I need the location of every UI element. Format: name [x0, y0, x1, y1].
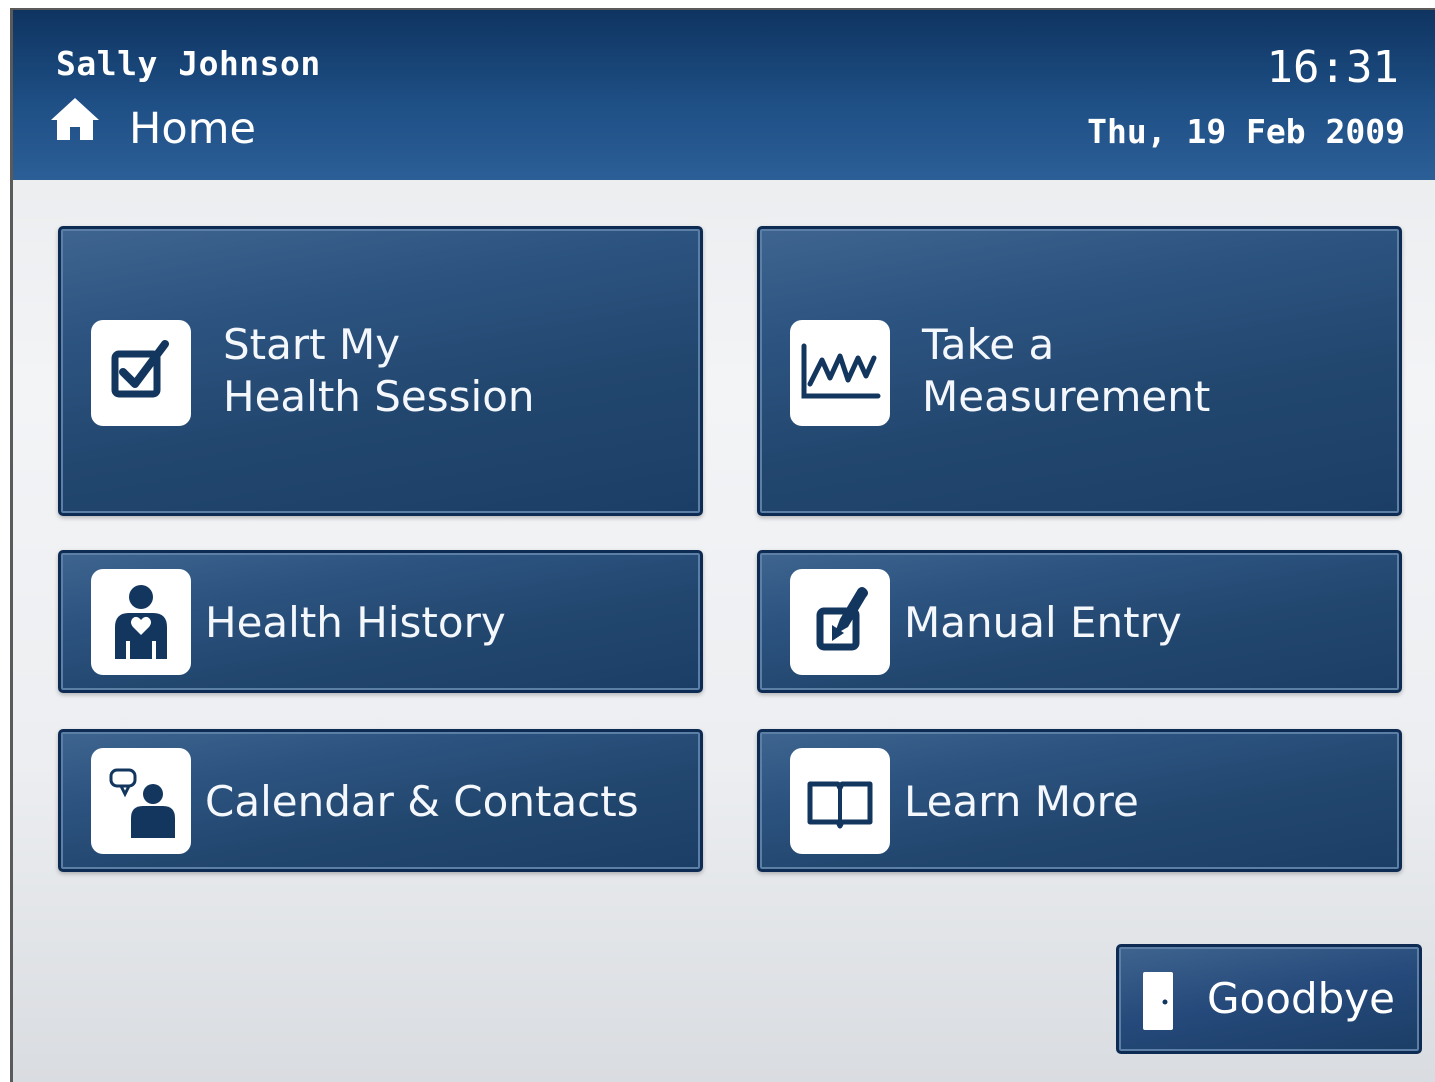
- start-health-session-label: Start My Health Session: [223, 319, 535, 423]
- page-title: Home: [129, 104, 256, 154]
- door-icon: [1143, 972, 1173, 1030]
- start-health-session-button[interactable]: Start My Health Session: [58, 226, 703, 516]
- user-name: Sally Johnson: [56, 44, 321, 83]
- learn-more-label: Learn More: [904, 777, 1139, 826]
- calendar-contacts-button[interactable]: Calendar & Contacts: [58, 729, 703, 872]
- clock: 16:31: [1266, 42, 1399, 93]
- label-line-2: Measurement: [922, 372, 1211, 421]
- book-icon: [790, 748, 890, 854]
- chart-line-icon: [790, 320, 890, 426]
- learn-more-button[interactable]: Learn More: [757, 729, 1402, 872]
- label-line-2: Health Session: [223, 372, 535, 421]
- person-chat-icon: [91, 748, 191, 854]
- app-window: Sally Johnson Home 16:31 Thu, 19 Feb 200…: [10, 8, 1435, 1082]
- health-history-button[interactable]: Health History: [58, 550, 703, 693]
- manual-entry-button[interactable]: Manual Entry: [757, 550, 1402, 693]
- pen-edit-icon: [790, 569, 890, 675]
- home-icon[interactable]: [49, 96, 101, 142]
- manual-entry-label: Manual Entry: [904, 598, 1182, 647]
- take-measurement-button[interactable]: Take a Measurement: [757, 226, 1402, 516]
- label-line-1: Start My: [223, 320, 401, 369]
- goodbye-label: Goodbye: [1207, 974, 1395, 1023]
- label-line-1: Take a: [922, 320, 1055, 369]
- date: Thu, 19 Feb 2009: [1087, 112, 1405, 151]
- calendar-contacts-label: Calendar & Contacts: [205, 777, 639, 826]
- header-bar: Sally Johnson Home 16:31 Thu, 19 Feb 200…: [13, 10, 1435, 180]
- health-history-label: Health History: [205, 598, 506, 647]
- take-measurement-label: Take a Measurement: [922, 319, 1210, 423]
- goodbye-button[interactable]: Goodbye: [1116, 944, 1422, 1054]
- person-heart-icon: [91, 569, 191, 675]
- checkbox-icon: [91, 320, 191, 426]
